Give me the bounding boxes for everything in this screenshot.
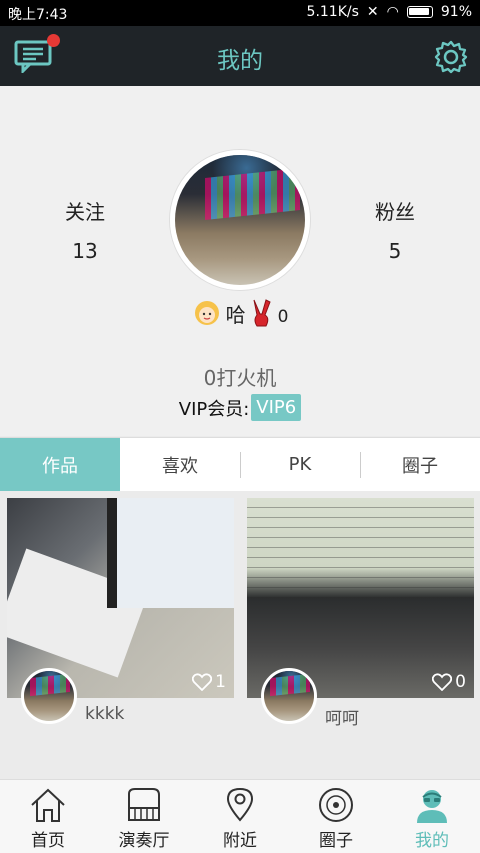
mute-icon: ✕ (366, 4, 379, 20)
avatar[interactable] (170, 150, 310, 290)
user-name: 哈 (225, 302, 246, 327)
tab-pk[interactable]: PK (240, 438, 360, 491)
location-pin-icon (226, 787, 254, 822)
author-name: 呵呵 (325, 709, 359, 729)
vip-badge: VIP6 (251, 394, 302, 421)
title-bar: 我的 (0, 26, 480, 86)
fans-count: 5 (388, 239, 402, 263)
content-tabs: 作品 喜欢 PK 圈子 (0, 437, 480, 491)
victory-hand-icon (253, 299, 271, 327)
gear-icon[interactable] (434, 40, 468, 74)
tab-likes[interactable]: 喜欢 (120, 438, 240, 491)
work-card[interactable]: 1 kkkk (7, 498, 234, 728)
girl-icon (194, 301, 219, 325)
status-bar: 晚上7:43 5.11K/s ✕ ◠ 91% (0, 0, 480, 26)
status-time: 晚上7:43 (8, 7, 68, 23)
heart-icon (432, 673, 453, 691)
author-name: kkkk (85, 704, 125, 724)
nav-label: 圈子 (319, 831, 353, 851)
like-count: 1 (215, 672, 226, 692)
nav-label: 附近 (223, 831, 257, 851)
tab-circle[interactable]: 圈子 (360, 438, 480, 491)
nav-me[interactable]: 我的 (384, 780, 480, 853)
status-right: 5.11K/s ✕ ◠ 91% (307, 4, 472, 20)
signature: 0打火机 (203, 366, 277, 390)
follow-count: 13 (72, 239, 98, 263)
battery-icon (406, 6, 433, 18)
follow-stat[interactable]: 关注 13 (25, 196, 145, 263)
nav-nearby[interactable]: 附近 (192, 780, 288, 853)
profile-section: 关注 13 粉丝 5 哈 0 0打火机 VIP会员: VIP6 (0, 86, 480, 436)
fans-label: 粉丝 (375, 200, 415, 224)
vip-line: VIP会员: VIP6 (0, 394, 480, 421)
nav-label: 首页 (31, 831, 65, 851)
likes[interactable]: 1 (192, 672, 226, 692)
likes[interactable]: 0 (432, 672, 466, 692)
author-avatar[interactable] (261, 668, 317, 724)
battery-percent: 91% (440, 4, 472, 20)
nav-label: 我的 (415, 831, 449, 851)
user-icon (417, 790, 447, 823)
network-speed: 5.11K/s (306, 4, 359, 20)
wifi-icon: ◠ (386, 4, 399, 20)
piano-icon (128, 788, 160, 821)
work-card[interactable]: 0 呵呵 (247, 498, 474, 729)
vip-label: VIP会员: (178, 398, 250, 420)
bottom-nav: 首页 演奏厅 附近 圈子 我的 (0, 779, 480, 853)
nav-concert-hall[interactable]: 演奏厅 (96, 780, 192, 853)
medal-count: 0 (277, 307, 289, 327)
follow-label: 关注 (65, 200, 105, 224)
like-count: 0 (455, 672, 466, 692)
disc-icon (319, 788, 353, 822)
heart-icon (192, 673, 213, 691)
author-avatar[interactable] (21, 668, 77, 724)
works-grid: 1 kkkk 0 呵呵 (0, 491, 480, 779)
tab-works[interactable]: 作品 (0, 438, 120, 491)
nav-home[interactable]: 首页 (0, 780, 96, 853)
nav-circle[interactable]: 圈子 (288, 780, 384, 853)
home-icon (31, 788, 65, 822)
nav-label: 演奏厅 (118, 831, 170, 851)
page-title: 我的 (217, 48, 263, 74)
fans-stat[interactable]: 粉丝 5 (335, 196, 455, 263)
name-line: 哈 0 (0, 298, 480, 328)
